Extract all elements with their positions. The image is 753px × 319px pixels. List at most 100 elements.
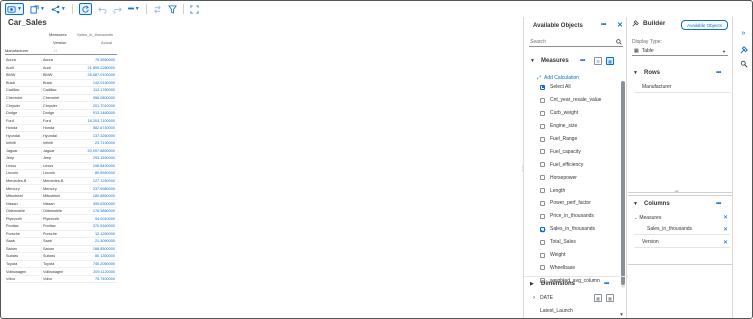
remove-icon[interactable]: ✕ bbox=[723, 214, 728, 221]
table-row[interactable]: Porsche Porsche 12.1280000 bbox=[5, 231, 117, 239]
measure-checkbox[interactable] bbox=[540, 149, 545, 155]
select-all-checkbox[interactable] bbox=[540, 84, 545, 90]
columns-zone[interactable]: ▼ Columns ••• ⌄ Measures ✕ Sales_in_thou… bbox=[628, 195, 732, 265]
table-row[interactable]: Jeep Jeep 293.1530000 bbox=[5, 155, 117, 163]
table-row[interactable]: Plymouth Plymouth 94.0010000 bbox=[5, 215, 117, 224]
remove-icon[interactable]: ✕ bbox=[723, 239, 728, 246]
table-row[interactable]: Jaguar Jaguar 20,097.8890000 bbox=[5, 148, 117, 156]
table-row[interactable]: Ford Ford 18,203.7100000 bbox=[5, 117, 117, 125]
collapse-icon[interactable]: » bbox=[738, 28, 749, 39]
measure-checkbox[interactable] bbox=[540, 252, 545, 258]
available-objects-button[interactable]: Available Objects bbox=[681, 20, 728, 30]
fullscreen-button[interactable] bbox=[190, 3, 199, 15]
select-all-item[interactable]: Select All bbox=[524, 81, 628, 94]
search-input[interactable]: Search bbox=[529, 38, 623, 47]
table-row[interactable]: Mercedes-B Mercedes-B 127.1250000 bbox=[5, 178, 117, 186]
table-row[interactable]: Mitsubishi Mitsubishi 180.8850000 bbox=[5, 193, 117, 201]
table-row[interactable]: Pontiac Pontiac 370.5340000 bbox=[5, 223, 117, 231]
dimensions-section-header[interactable]: ▶ Dimensions ••• bbox=[524, 276, 628, 290]
columns-item-version[interactable]: Version ✕ bbox=[634, 237, 730, 248]
table-row[interactable]: Lexus Lexus 106.8430000 bbox=[5, 163, 117, 171]
measure-item[interactable]: Length bbox=[524, 184, 628, 197]
display-type-select[interactable]: ▦ Table ▼ bbox=[632, 47, 728, 56]
measure-item[interactable]: Wheelbase bbox=[524, 261, 628, 274]
rows-section-header[interactable]: ▼ Rows ••• bbox=[628, 67, 732, 79]
measure-item[interactable]: Horsepower bbox=[524, 171, 628, 184]
swap-axis-button[interactable] bbox=[153, 3, 162, 15]
measure-item[interactable]: Total_Sales bbox=[524, 236, 628, 249]
table-row[interactable]: Acura Acura 79.5550000 bbox=[5, 57, 117, 65]
table-row[interactable]: Volvo Volvo 75.7400000 bbox=[5, 276, 117, 284]
more-icon[interactable]: ••• bbox=[716, 70, 721, 76]
display-button[interactable]: ▼ bbox=[5, 3, 24, 15]
builder-tab[interactable] bbox=[738, 44, 749, 55]
table-row[interactable]: Hyundai Hyundai 137.3260000 bbox=[5, 132, 117, 141]
measure-checkbox[interactable] bbox=[540, 226, 545, 232]
more-button[interactable]: ••• ▼ bbox=[128, 3, 140, 15]
measure-item[interactable]: Sales_in_thousands bbox=[524, 223, 628, 236]
table-row[interactable]: Volkswagen Volkswagen 209.1120000 bbox=[5, 268, 117, 276]
more-icon[interactable]: ••• bbox=[604, 281, 609, 287]
table-row[interactable]: Honda Honda 582.6740000 bbox=[5, 125, 117, 133]
table-row[interactable]: Chevrolet Chevrolet 956.0800000 bbox=[5, 95, 117, 103]
measure-item[interactable]: Engine_size bbox=[524, 120, 628, 133]
sort-icon[interactable]: ↓↑ bbox=[41, 48, 69, 53]
measure-item[interactable]: Fuel_capacity bbox=[524, 145, 628, 158]
table-row[interactable]: Lincoln Lincoln 80.6940000 bbox=[5, 170, 117, 178]
measure-checkbox[interactable] bbox=[540, 200, 545, 206]
table-row[interactable]: Buick Buick 142.0130000 bbox=[5, 80, 117, 88]
table-row[interactable]: BMW BMW 28,687.0100000 bbox=[5, 72, 117, 80]
table-row[interactable]: Subaru Subaru 80.1350000 bbox=[5, 253, 117, 261]
more-icon[interactable]: ••• bbox=[580, 58, 585, 64]
measure-checkbox[interactable] bbox=[540, 123, 545, 129]
manufacturer-header[interactable]: Manufacturer bbox=[5, 48, 41, 53]
columns-section-header[interactable]: ▼ Columns ••• bbox=[628, 198, 732, 210]
filter-button[interactable] bbox=[167, 3, 177, 15]
measure-item[interactable]: Fuel_efficiency bbox=[524, 158, 628, 171]
measure-checkbox[interactable] bbox=[540, 110, 545, 116]
measure-item[interactable]: Fuel_Range bbox=[524, 133, 628, 146]
measure-checkbox[interactable] bbox=[540, 175, 545, 181]
table-row[interactable]: Dodge Dodge 913.1480000 bbox=[5, 110, 117, 118]
measure-item[interactable]: Price_in_thousands bbox=[524, 210, 628, 223]
list-view-icon[interactable]: ☰ bbox=[594, 57, 602, 65]
measure-checkbox[interactable] bbox=[540, 213, 545, 219]
measure-checkbox[interactable] bbox=[540, 188, 545, 194]
measure-checkbox[interactable] bbox=[540, 162, 545, 168]
redo-button[interactable] bbox=[113, 3, 122, 15]
table-row[interactable]: Infiniti Infiniti 23.7130000 bbox=[5, 140, 117, 148]
share-button[interactable]: ▼ bbox=[51, 3, 66, 15]
measure-item[interactable]: Curb_weight bbox=[524, 107, 628, 120]
table-row[interactable]: Cadillac Cadillac 112.1780000 bbox=[5, 87, 117, 95]
hierarchy-icon[interactable]: ▦ bbox=[594, 294, 602, 302]
dimension-table-icon[interactable]: ▦ bbox=[606, 294, 614, 302]
scroll-down-icon[interactable]: ▼ bbox=[619, 312, 624, 318]
table-view-icon[interactable]: ▦ bbox=[606, 57, 614, 65]
columns-item-sales[interactable]: Sales_in_thousands ✕ bbox=[634, 224, 730, 235]
rows-zone[interactable]: ▼ Rows ••• Manufacturer bbox=[628, 64, 732, 193]
insert-button[interactable]: ▼ bbox=[30, 3, 45, 15]
measure-checkbox[interactable] bbox=[540, 239, 545, 245]
rows-item-manufacturer[interactable]: Manufacturer bbox=[634, 82, 730, 93]
measure-item[interactable]: Power_perf_factor bbox=[524, 197, 628, 210]
table-row[interactable]: Toyota Toyota 740.2050000 bbox=[5, 261, 117, 269]
columns-item-measures[interactable]: ⌄ Measures ✕ bbox=[634, 212, 730, 223]
table-row[interactable]: Chrysler Chrysler 201.7010000 bbox=[5, 102, 117, 110]
measure-checkbox[interactable] bbox=[540, 97, 545, 103]
chevron-right-icon[interactable]: › bbox=[533, 295, 535, 301]
table-row[interactable]: Audi Audi 21,899.2280000 bbox=[5, 65, 117, 73]
styling-tab[interactable] bbox=[738, 58, 749, 69]
more-icon[interactable]: ••• bbox=[601, 22, 606, 28]
measures-section-header[interactable]: ▼ Measures ••• ☰ ▦ bbox=[524, 54, 628, 68]
dimension-item[interactable]: › ▦ ▦ DATE bbox=[524, 292, 628, 304]
table-row[interactable]: Saab Saab 21.3090000 bbox=[5, 238, 117, 246]
scrollbar-thumb[interactable] bbox=[621, 81, 625, 285]
dimension-item[interactable]: Latest_Launch bbox=[524, 305, 628, 317]
more-icon[interactable]: ••• bbox=[716, 201, 721, 207]
table-row[interactable]: Mercury Mercury 237.6980000 bbox=[5, 185, 117, 193]
remove-icon[interactable]: ✕ bbox=[723, 226, 728, 233]
scrollbar[interactable] bbox=[621, 81, 625, 288]
measure-checkbox[interactable] bbox=[540, 265, 545, 271]
table-row[interactable]: Nissan Nissan 399.6300000 bbox=[5, 200, 117, 208]
table-row[interactable]: Oldsmobile Oldsmobile 178.9880000 bbox=[5, 208, 117, 216]
